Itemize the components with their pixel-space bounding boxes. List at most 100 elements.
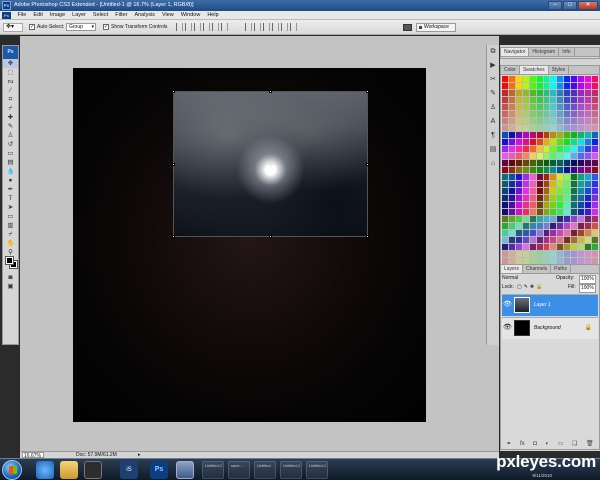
color-swatch[interactable] [578,118,585,124]
color-swatch[interactable] [550,83,557,89]
transform-handle-bottom-left[interactable] [172,235,175,238]
color-swatch[interactable] [522,83,529,89]
color-swatch[interactable] [557,237,564,243]
color-swatch[interactable] [557,111,564,117]
new-group-icon[interactable]: ▭ [558,440,564,448]
close-button[interactable]: ✕ [578,1,598,10]
color-swatch[interactable] [592,230,598,236]
color-swatch[interactable] [557,195,564,201]
color-swatch[interactable] [515,195,522,201]
color-swatch[interactable] [557,216,564,222]
color-swatch[interactable] [522,111,529,117]
dodge-tool-icon[interactable]: ● [3,176,18,185]
menu-filter[interactable]: Filter [112,11,131,20]
tab-navigator[interactable]: Navigator [501,48,530,56]
color-swatch[interactable] [550,174,557,180]
color-swatch[interactable] [529,174,536,180]
color-swatch[interactable] [550,97,557,103]
color-swatch[interactable] [522,153,529,159]
color-swatch[interactable] [557,202,564,208]
color-swatch[interactable] [522,230,529,236]
color-swatch[interactable] [578,251,585,257]
color-swatch[interactable] [564,174,571,180]
blend-mode-dropdown[interactable]: Normal [502,275,518,282]
color-swatch[interactable] [502,209,508,215]
color-swatch[interactable] [536,202,543,208]
color-swatch[interactable] [578,153,585,159]
auto-select-checkbox[interactable]: ✓ [29,24,35,30]
color-swatch[interactable] [557,90,564,96]
taskbar-window-4[interactable]: Untitled-1 [280,461,302,479]
color-swatch[interactable] [585,160,592,166]
color-swatch[interactable] [515,146,522,152]
color-swatch[interactable] [529,202,536,208]
move-tool-icon[interactable]: ✥ [3,59,18,68]
color-swatch[interactable] [543,160,550,166]
color-swatch[interactable] [536,188,543,194]
color-swatch[interactable] [502,97,508,103]
color-swatch[interactable] [585,146,592,152]
blur-tool-icon[interactable]: 💧 [3,167,18,176]
fill-field[interactable]: 100% [579,284,596,293]
color-swatch[interactable] [543,237,550,243]
document-canvas[interactable]: ✛ [73,68,426,422]
visibility-eye-icon[interactable]: 👁 [503,301,512,309]
color-swatch[interactable] [508,244,515,250]
color-swatch[interactable] [543,195,550,201]
color-swatch[interactable] [529,90,536,96]
color-swatch[interactable] [529,97,536,103]
color-swatch[interactable] [502,202,508,208]
color-swatch[interactable] [536,230,543,236]
color-swatch[interactable] [550,195,557,201]
color-swatch[interactable] [536,174,543,180]
tab-channels[interactable]: Channels [523,265,552,273]
color-swatch[interactable] [522,167,529,173]
color-swatch[interactable] [529,83,536,89]
color-swatch[interactable] [529,188,536,194]
color-swatch[interactable] [536,216,543,222]
transform-handle-top-left[interactable] [172,90,175,93]
color-swatch[interactable] [502,216,508,222]
color-swatch[interactable] [502,104,508,110]
color-swatch[interactable] [564,195,571,201]
color-swatch[interactable] [543,216,550,222]
color-swatch[interactable] [578,125,585,131]
color-swatch[interactable] [564,118,571,124]
color-swatch[interactable] [529,125,536,131]
color-swatch[interactable] [592,167,598,173]
color-swatch[interactable] [529,223,536,229]
color-swatch[interactable] [508,188,515,194]
color-swatch[interactable] [550,209,557,215]
color-swatch[interactable] [564,230,571,236]
history-panel-icon[interactable]: ⧉ [487,45,499,59]
tool-presets-icon[interactable]: ✂ [487,73,499,87]
color-swatch[interactable] [502,153,508,159]
color-swatch[interactable] [578,97,585,103]
color-swatch[interactable] [522,251,529,257]
color-swatch[interactable] [578,76,585,82]
color-swatch[interactable] [508,195,515,201]
screen-mode-icon[interactable]: ▣ [3,282,18,291]
color-swatch[interactable] [550,104,557,110]
color-swatch[interactable] [557,118,564,124]
color-swatch[interactable] [585,139,592,145]
color-swatch[interactable] [508,97,515,103]
color-swatch[interactable] [522,244,529,250]
start-button[interactable] [2,460,22,480]
menu-image[interactable]: Image [46,11,68,20]
color-swatch[interactable] [564,97,571,103]
color-swatch[interactable] [515,202,522,208]
color-swatch[interactable] [578,139,585,145]
shape-tool-icon[interactable]: ▭ [3,212,18,221]
color-swatch[interactable] [508,223,515,229]
color-swatch[interactable] [571,160,578,166]
color-swatch[interactable] [550,237,557,243]
distribute-left-icon[interactable] [272,23,279,31]
lasso-tool-icon[interactable]: ᔓ [3,77,18,86]
color-swatch[interactable] [515,181,522,187]
color-swatch[interactable] [522,209,529,215]
color-swatch[interactable] [578,181,585,187]
color-swatch[interactable] [543,90,550,96]
taskbar-window-3[interactable]: Untitled [254,461,276,479]
color-swatch[interactable] [578,244,585,250]
